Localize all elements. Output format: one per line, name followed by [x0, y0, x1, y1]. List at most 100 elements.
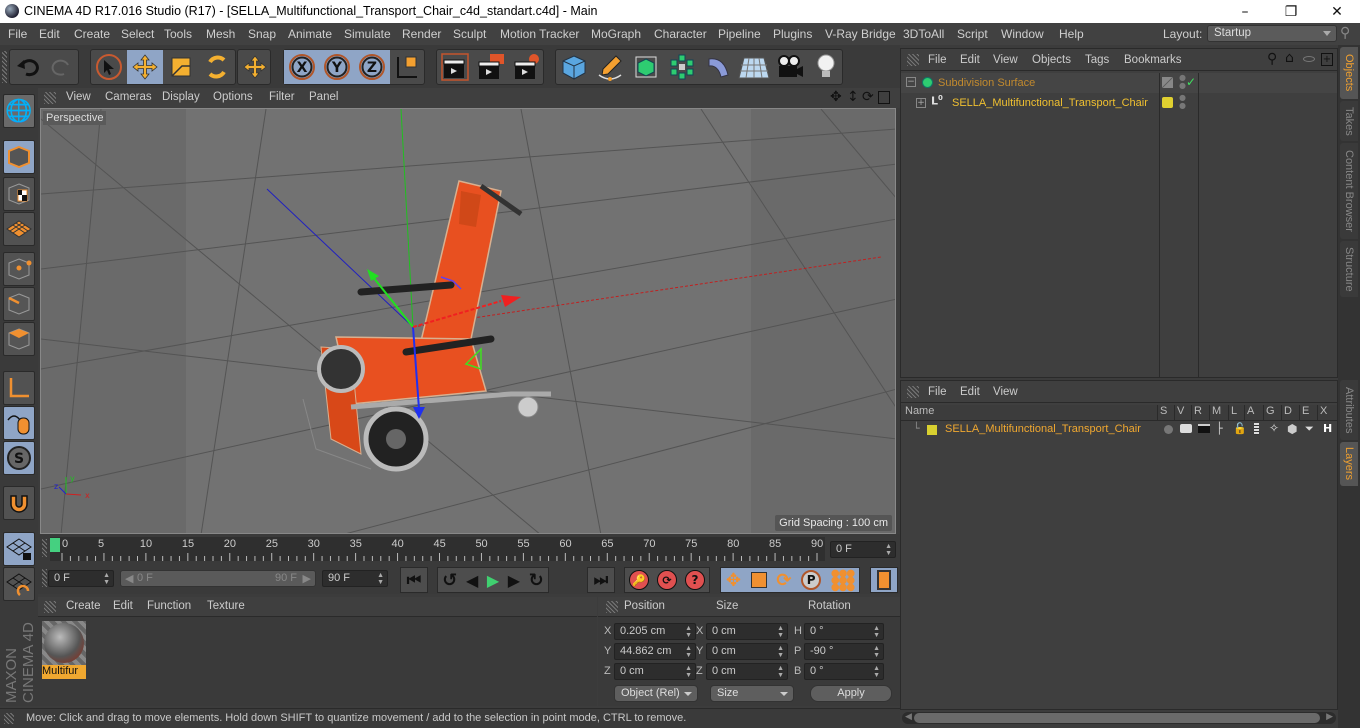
layer-column-name[interactable]: Name [905, 405, 934, 417]
prev-keyframe-icon[interactable]: ↺ [442, 570, 457, 591]
prev-frame-icon[interactable]: ◀ [466, 571, 478, 590]
menu-edit[interactable]: Edit [39, 27, 60, 41]
search-icon[interactable]: ⚲ [1340, 25, 1358, 43]
panel-grip[interactable] [907, 54, 919, 66]
size-mode-select[interactable]: Size [710, 685, 794, 702]
min-frame-field[interactable]: 0 F ▲ ▼ [48, 570, 114, 587]
expand-icon[interactable]: + [916, 98, 926, 108]
menu-motion-tracker[interactable]: Motion Tracker [500, 27, 579, 41]
rotation-h-field[interactable]: 0 ° ▲ ▼ [804, 623, 884, 640]
tab-attributes[interactable]: Attributes [1340, 380, 1358, 440]
panel-grip[interactable] [44, 92, 56, 104]
model-mode-button[interactable] [3, 140, 35, 174]
axis-mode-button[interactable] [3, 371, 35, 405]
menu-select[interactable]: Select [121, 27, 154, 41]
points-mode-button[interactable] [3, 252, 35, 286]
layers-menu-view[interactable]: View [993, 386, 1018, 398]
layer-column-s[interactable]: S [1160, 405, 1167, 417]
rotation-b-field[interactable]: 0 ° ▲ ▼ [804, 663, 884, 680]
menu-character[interactable]: Character [654, 27, 707, 41]
panel-grip[interactable] [606, 601, 618, 613]
viewport-menu-filter[interactable]: Filter [269, 91, 295, 103]
spinner-icon[interactable]: ▲ ▼ [777, 625, 784, 639]
zoom-view-icon[interactable]: ↕ [847, 89, 859, 105]
spinner-icon[interactable]: ▲ ▼ [103, 572, 110, 586]
layer-column-a[interactable]: A [1247, 405, 1254, 417]
layer-column-x[interactable]: X [1320, 405, 1327, 417]
transport-grip[interactable] [42, 569, 47, 587]
panel-grip[interactable] [44, 601, 56, 613]
menu-create[interactable]: Create [74, 27, 110, 41]
layers-menu-edit[interactable]: Edit [960, 386, 980, 398]
material-menu-create[interactable]: Create [66, 600, 101, 612]
layer-row[interactable]: └ SELLA_Multifunctional_Transport_Chair … [901, 421, 1337, 439]
close-button[interactable]: ✕ [1314, 0, 1360, 23]
visibility-dots-icon[interactable]: ● ● [1179, 74, 1186, 90]
layer-column-r[interactable]: R [1194, 405, 1202, 417]
solo-toggle-icon[interactable] [1164, 425, 1173, 434]
point-level-animation-icon[interactable]: ●●● ●●● ●●● [831, 568, 855, 592]
tab-content-browser[interactable]: Content Browser [1340, 143, 1358, 239]
frame-range-slider[interactable]: ◀ 0 F 90 F ▶ [120, 570, 316, 587]
parameter-track-icon[interactable]: P [801, 570, 822, 590]
snapping-button[interactable] [3, 486, 35, 520]
z-axis-lock-button[interactable]: Z [354, 50, 390, 84]
play-icon[interactable]: ▶ [487, 571, 499, 590]
layer-column-d[interactable]: D [1284, 405, 1292, 417]
unlock-icon[interactable]: 🔓 [1233, 422, 1247, 435]
workplane-align-button[interactable] [3, 567, 35, 601]
viewport-menu-cameras[interactable]: Cameras [105, 91, 152, 103]
render-clapper-icon[interactable] [1198, 424, 1210, 433]
maximize-button[interactable]: ❐ [1268, 0, 1314, 23]
cloner-button[interactable] [664, 50, 700, 84]
scrollbar-thumb[interactable] [914, 713, 1320, 723]
menu-sculpt[interactable]: Sculpt [453, 27, 486, 41]
spinner-icon[interactable]: ▲ ▼ [873, 625, 880, 639]
scroll-left-icon[interactable]: ◀ [905, 712, 912, 722]
y-axis-lock-button[interactable]: Y [319, 50, 355, 84]
expressions-icon[interactable]: ⏷ [1305, 422, 1314, 436]
position-y-field[interactable]: 44.862 cm ▲ ▼ [614, 643, 696, 660]
pen-spline-button[interactable] [592, 50, 628, 84]
layer-column-l[interactable]: L [1231, 405, 1237, 417]
apply-button[interactable]: Apply [810, 685, 892, 702]
viewport-menu-options[interactable]: Options [213, 91, 253, 103]
position-track-icon[interactable]: ✥ [726, 570, 741, 591]
menu-tools[interactable]: Tools [164, 27, 192, 41]
menu-animate[interactable]: Animate [288, 27, 332, 41]
layer-color-swatch[interactable] [927, 425, 937, 435]
objects-menu-edit[interactable]: Edit [960, 54, 980, 66]
next-frame-icon[interactable]: ▶ [508, 571, 520, 590]
material-swatch[interactable]: Multifur [42, 621, 86, 679]
layer-column-e[interactable]: E [1302, 405, 1309, 417]
menu-simulate[interactable]: Simulate [344, 27, 391, 41]
texture-mode-button[interactable] [3, 177, 35, 211]
3d-viewport[interactable]: y x z Perspective Grid Spacing : 100 cm [40, 108, 896, 534]
spinner-icon[interactable]: ▲ ▼ [873, 665, 880, 679]
panel-grip[interactable] [907, 386, 919, 398]
rotation-track-icon[interactable]: ⟳ [776, 570, 791, 591]
object-name[interactable]: Subdivision Surface [938, 77, 1035, 89]
menu-mesh[interactable]: Mesh [206, 27, 235, 41]
spinner-icon[interactable]: ▲ ▼ [685, 645, 692, 659]
menu-3dtoall[interactable]: 3DToAll [903, 27, 944, 41]
timeline-grip[interactable] [42, 539, 47, 557]
menu-help[interactable]: Help [1059, 27, 1084, 41]
position-z-field[interactable]: 0 cm ▲ ▼ [614, 663, 696, 680]
camera-button[interactable] [772, 50, 808, 84]
layer-color-swatch[interactable] [1162, 97, 1173, 108]
spinner-icon[interactable]: ▲ ▼ [777, 665, 784, 679]
menu-vray-bridge[interactable]: V-Ray Bridge [825, 27, 896, 41]
horizontal-scrollbar[interactable]: ◀ ▶ [902, 712, 1336, 724]
objects-menu-view[interactable]: View [993, 54, 1018, 66]
enabled-check-icon[interactable]: ✓ [1186, 75, 1196, 89]
tab-structure[interactable]: Structure [1340, 241, 1358, 297]
spinner-icon[interactable]: ▲ ▼ [777, 645, 784, 659]
viewport-menu-panel[interactable]: Panel [309, 91, 338, 103]
material-name[interactable]: Multifur [42, 665, 86, 679]
tab-objects[interactable]: Objects [1340, 47, 1358, 99]
go-to-end-button[interactable]: ⏭ [587, 567, 615, 593]
layer-color-swatch[interactable] [1162, 77, 1173, 88]
rotate-view-icon[interactable]: ⟳ [862, 89, 874, 105]
minimize-button[interactable]: – [1222, 0, 1268, 23]
